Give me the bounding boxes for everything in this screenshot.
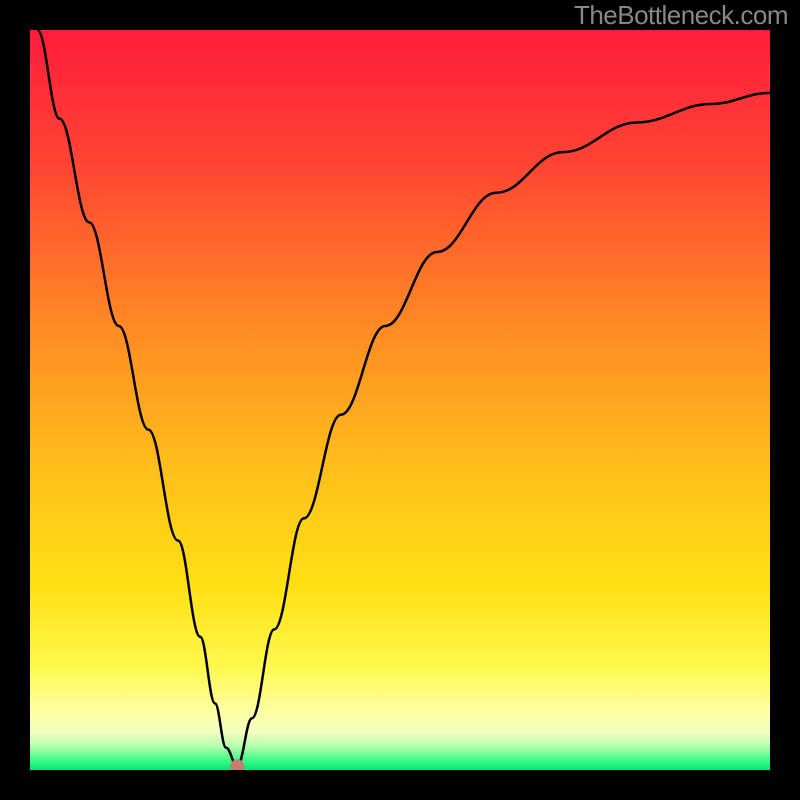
chart-container: TheBottleneck.com (0, 0, 800, 800)
gradient-background (30, 30, 770, 770)
bottleneck-plot (30, 30, 770, 770)
watermark-label: TheBottleneck.com (574, 0, 788, 31)
